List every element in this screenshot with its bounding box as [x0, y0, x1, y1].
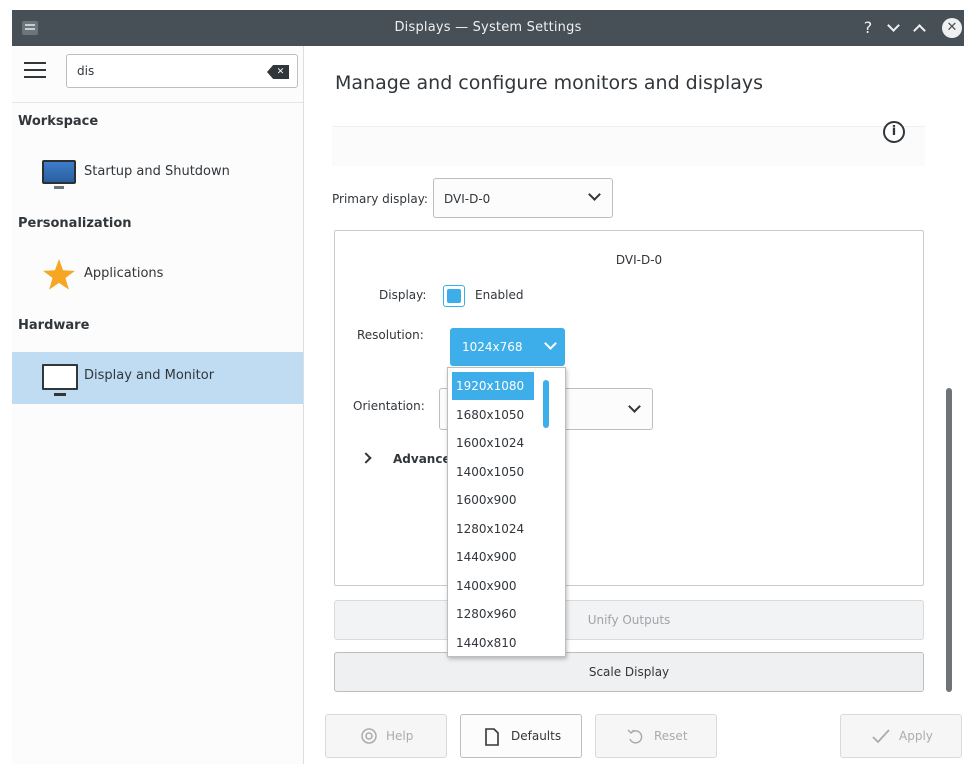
- scale-display-button[interactable]: Scale Display: [334, 652, 924, 692]
- chevron-down-icon: [588, 188, 601, 201]
- display-icon: [42, 364, 78, 396]
- category-hardware: Hardware: [18, 318, 90, 333]
- apply-button-label: Apply: [899, 729, 933, 743]
- monitor-icon: [42, 160, 76, 189]
- help-button-label: Help: [386, 729, 414, 743]
- resolution-dropdown: 1920x1080 1680x1050 1600x1024 1400x1050 …: [447, 367, 566, 657]
- reset-button-label: Reset: [654, 729, 688, 743]
- info-banner: i: [332, 121, 925, 166]
- resolution-option[interactable]: 1440x810: [452, 629, 534, 657]
- sidebar-item-label: Display and Monitor: [84, 368, 215, 383]
- chevron-down-icon: [628, 400, 641, 413]
- resolution-option[interactable]: 1400x900: [452, 572, 534, 600]
- sidebar-divider: [12, 102, 303, 103]
- resolution-option[interactable]: 1280x960: [452, 600, 534, 628]
- star-icon: [43, 259, 75, 290]
- display-label: Display:: [379, 288, 427, 302]
- document-icon: [485, 728, 499, 746]
- sidebar: dis ✕ Workspace Startup and Shutdown Per…: [12, 46, 304, 764]
- resolution-option[interactable]: 1400x1050: [452, 458, 534, 486]
- primary-display-select[interactable]: DVI-D-0: [433, 178, 613, 218]
- reset-button[interactable]: Reset: [595, 714, 717, 758]
- defaults-button-label: Defaults: [511, 729, 562, 743]
- help-button[interactable]: Help: [325, 714, 447, 758]
- clear-search-icon[interactable]: ✕: [267, 65, 289, 79]
- maximize-button[interactable]: [910, 17, 930, 39]
- resolution-option[interactable]: 1680x1050: [452, 401, 534, 429]
- window-title: Displays — System Settings: [394, 20, 582, 35]
- resolution-select[interactable]: 1024x768: [450, 328, 565, 366]
- checkmark-icon: [872, 729, 890, 744]
- category-personalization: Personalization: [18, 216, 132, 231]
- defaults-button[interactable]: Defaults: [460, 714, 582, 758]
- minimize-button[interactable]: [884, 17, 904, 39]
- category-workspace: Workspace: [18, 114, 99, 129]
- apply-button[interactable]: Apply: [840, 714, 962, 758]
- resolution-option[interactable]: 1280x1024: [452, 515, 534, 543]
- panel-title: DVI-D-0: [615, 253, 663, 267]
- enabled-checkbox[interactable]: [443, 285, 465, 307]
- dropdown-scrollbar[interactable]: [543, 380, 549, 428]
- chevron-down-icon: [544, 337, 557, 350]
- sidebar-item-display-and-monitor[interactable]: Display and Monitor: [12, 352, 303, 404]
- undo-icon: [627, 729, 643, 744]
- sidebar-item-label: Applications: [84, 266, 164, 281]
- resolution-label: Resolution:: [357, 328, 424, 342]
- orientation-label: Orientation:: [353, 399, 425, 413]
- info-icon[interactable]: i: [883, 121, 905, 143]
- resolution-option[interactable]: 1600x900: [452, 486, 534, 514]
- sidebar-item-applications[interactable]: Applications: [12, 250, 303, 302]
- hamburger-menu-icon[interactable]: [24, 62, 46, 78]
- resolution-option[interactable]: 1920x1080: [452, 372, 534, 400]
- help-title-button[interactable]: ?: [858, 17, 878, 39]
- primary-display-value: DVI-D-0: [444, 192, 491, 206]
- resolution-value: 1024x768: [462, 340, 523, 354]
- advanced-label[interactable]: Advance: [393, 452, 451, 466]
- search-input[interactable]: dis ✕: [66, 54, 298, 88]
- resolution-option[interactable]: 1600x1024: [452, 429, 534, 457]
- search-value: dis: [77, 64, 95, 78]
- main-content: Manage and configure monitors and displa…: [305, 46, 964, 764]
- unify-outputs-button[interactable]: Unify Outputs: [334, 600, 924, 640]
- main-scrollbar[interactable]: [946, 388, 952, 692]
- sidebar-item-label: Startup and Shutdown: [84, 164, 230, 179]
- help-icon: [361, 728, 377, 744]
- close-button[interactable]: ✕: [942, 18, 962, 38]
- enabled-label: Enabled: [475, 288, 524, 302]
- primary-display-label: Primary display:: [332, 192, 428, 206]
- sidebar-item-startup-and-shutdown[interactable]: Startup and Shutdown: [12, 148, 303, 200]
- title-bar: Displays — System Settings ? ✕: [12, 10, 964, 46]
- resolution-option[interactable]: 1440x900: [452, 543, 534, 571]
- page-title: Manage and configure monitors and displa…: [335, 72, 764, 94]
